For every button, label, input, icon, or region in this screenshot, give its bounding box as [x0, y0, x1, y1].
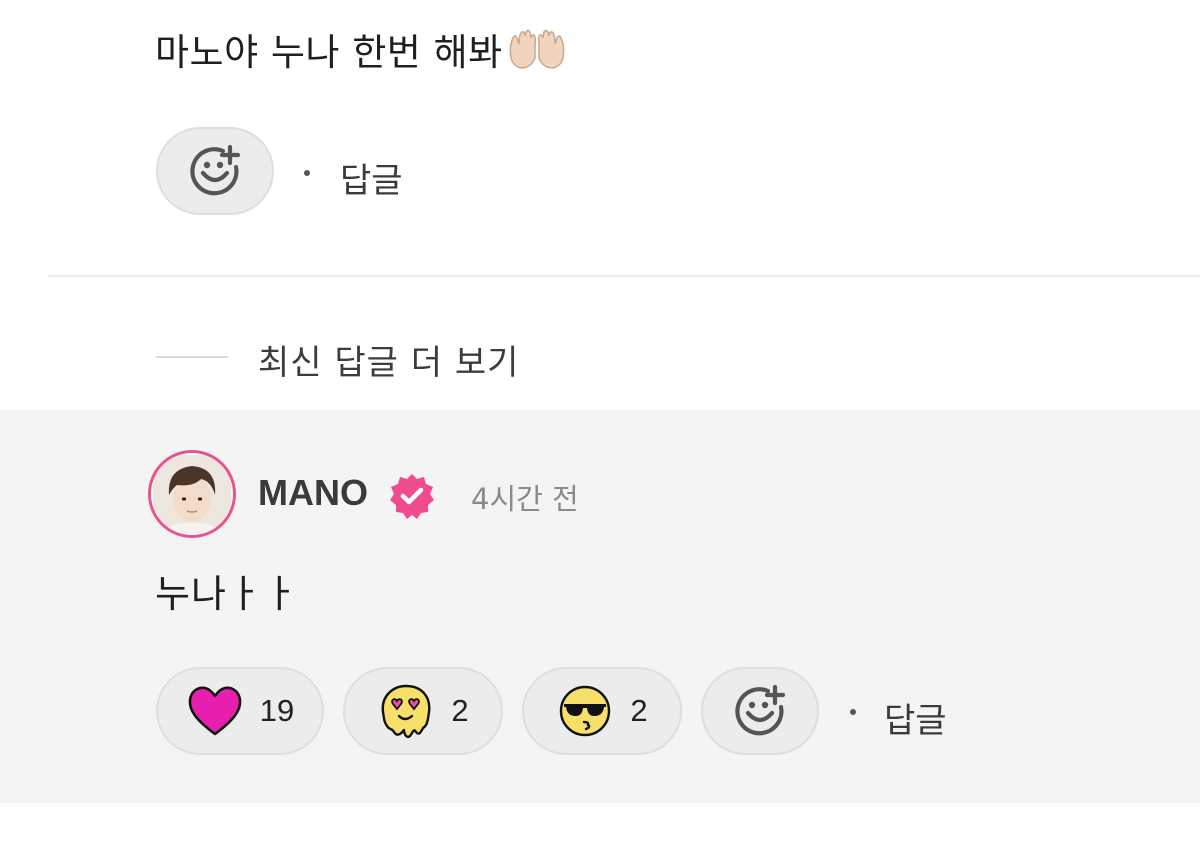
reaction-count: 2: [630, 693, 648, 728]
smiley-plus-icon: [735, 684, 786, 736]
reaction-count: 2: [451, 693, 469, 728]
divider: [48, 275, 1200, 277]
separator-dot: [304, 170, 310, 176]
add-reaction-button[interactable]: [156, 127, 274, 215]
author-name[interactable]: MANO: [258, 472, 368, 514]
reaction-cool-button[interactable]: 2: [522, 667, 682, 755]
reply-link[interactable]: 답글: [340, 153, 403, 202]
reply-link[interactable]: 답글: [884, 693, 947, 742]
more-replies-button[interactable]: 최신 답글 더 보기: [258, 335, 519, 384]
reaction-melting-button[interactable]: 2: [343, 667, 503, 755]
avatar[interactable]: [148, 450, 236, 538]
heart-icon: [188, 686, 242, 736]
reaction-heart-button[interactable]: 19: [156, 667, 324, 755]
raising-hands-emoji: [507, 28, 567, 70]
more-replies-line: [156, 356, 228, 358]
verified-badge-icon: [388, 472, 436, 520]
melting-heart-eyes-icon: [382, 684, 431, 739]
sunglasses-kiss-icon: [560, 685, 611, 737]
reply-text: 누나ㅏㅏ: [155, 572, 299, 616]
comment-text-body: 마노야 누나 한번 해봐: [155, 31, 503, 74]
add-reaction-button[interactable]: [701, 667, 819, 755]
smiley-plus-icon: [190, 144, 241, 196]
separator-dot: [850, 709, 856, 715]
comment-text: 마노야 누나 한번 해봐: [155, 22, 567, 76]
timestamp: 4시간 전: [471, 482, 579, 516]
reaction-count: 19: [259, 693, 295, 728]
